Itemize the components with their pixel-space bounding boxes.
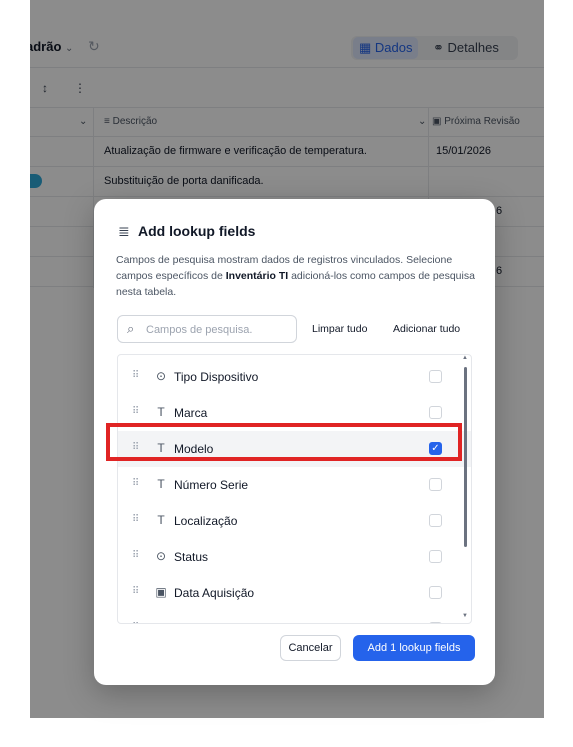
select-type-icon: ⊙ [155,549,167,563]
scroll-down-arrow[interactable]: ▼ [462,613,468,619]
cancel-button[interactable]: Cancelar [280,635,341,661]
drag-handle-icon[interactable]: ⠿ [132,478,139,489]
field-list: ⠿TResponsável⠿▣Data Aquisição⠿⊙Status⠿TL… [117,354,472,624]
text-type-icon: T [157,513,165,527]
field-name: Marca [174,406,208,420]
drag-handle-icon[interactable]: ⠿ [132,586,139,597]
drag-handle-icon[interactable]: ⠿ [132,514,139,525]
field-name: Data Aquisição [174,586,255,600]
field-list-item[interactable]: ⠿ T Responsável [118,611,471,623]
drag-handle-icon[interactable]: ⠿ [132,370,139,381]
dialog-description: Campos de pesquisa mostram dados de regi… [116,252,476,300]
field-checkbox[interactable] [429,406,442,419]
field-checkbox[interactable] [429,622,442,623]
desc-table-name: Inventário TI [225,270,289,282]
clear-all-button[interactable]: Limpar tudo [312,323,367,335]
search-box: ⌕ [117,315,297,343]
field-checkbox[interactable] [429,550,442,563]
drag-handle-icon[interactable]: ⠿ [132,550,139,561]
field-name: Número Serie [174,478,249,492]
field-list-item[interactable]: ⠿ T Número Serie [118,467,471,503]
field-list-item[interactable]: ⠿ ⊙ Status [118,539,471,575]
field-checkbox[interactable] [429,586,442,599]
text-type-icon: T [157,405,165,419]
field-checkbox[interactable] [429,514,442,527]
field-list-item[interactable]: ⠿ ⊙ Tipo Dispositivo [118,359,471,395]
select-type-icon: ⊙ [155,369,167,383]
field-name: Localização [174,514,238,528]
field-name: Status [174,550,209,564]
search-icon: ⌕ [127,321,135,336]
dialog-title-text: Add lookup fields [138,223,256,239]
lookup-icon: ≣ [118,223,130,239]
date-type-icon: ▣ [155,585,167,599]
field-checkbox[interactable] [429,478,442,491]
text-type-icon: T [154,621,168,623]
add-all-button[interactable]: Adicionar tudo [393,323,460,335]
field-name: Tipo Dispositivo [174,370,259,384]
selection-highlight [106,423,462,461]
search-input[interactable] [144,320,296,340]
drag-handle-icon[interactable]: ⠿ [132,622,139,623]
drag-handle-icon[interactable]: ⠿ [132,406,139,417]
add-lookup-fields-button[interactable]: Add 1 lookup fields [353,635,475,661]
field-name: Responsável [174,622,243,623]
field-checkbox[interactable] [429,370,442,383]
field-list-item[interactable]: ⠿ T Localização [118,503,471,539]
scroll-up-arrow[interactable]: ▲ [462,355,468,361]
field-list-item[interactable]: ⠿ ▣ Data Aquisição [118,575,471,611]
scrollbar-thumb[interactable] [464,367,467,547]
text-type-icon: T [157,477,165,491]
dialog-title: ≣ Add lookup fields [118,223,255,240]
